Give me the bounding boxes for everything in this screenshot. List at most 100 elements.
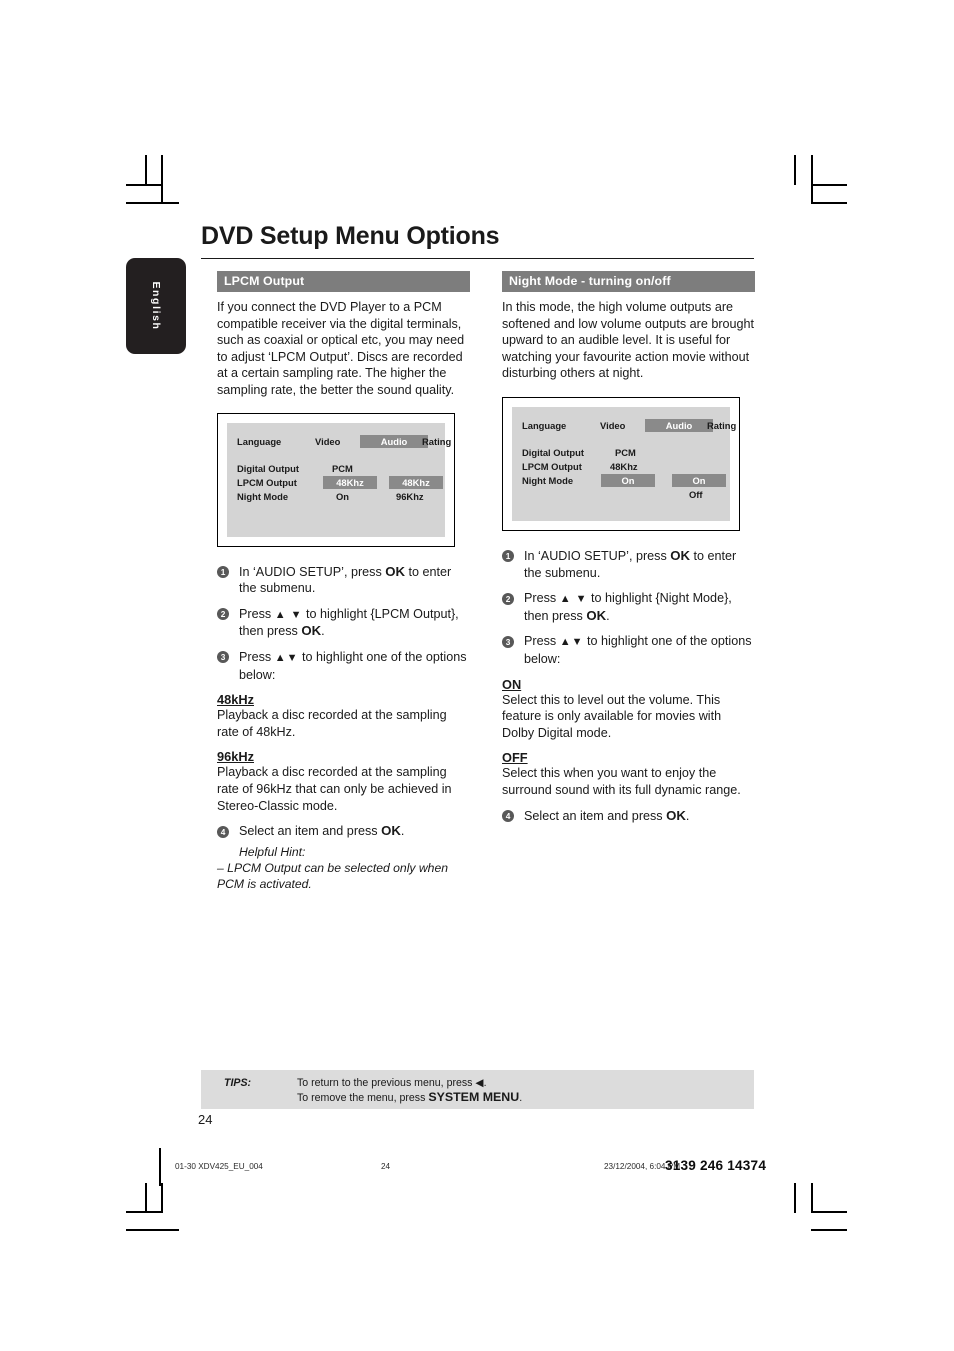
tv-row-value: On	[601, 474, 655, 488]
option-96khz: 96kHz Playback a disc recorded at the sa…	[217, 749, 470, 814]
crop-mark-top-right-h1	[811, 184, 847, 186]
crop-mark-bottom-right-v1	[794, 1183, 796, 1213]
list-item: 3 Press ▲▼ to highlight one of the optio…	[502, 633, 755, 667]
step-number: 1	[502, 550, 514, 563]
tv-tab-audio[interactable]: Audio	[645, 418, 713, 432]
tv-row-value: 48Khz	[610, 460, 638, 472]
tv-tab-video[interactable]: Video	[315, 435, 340, 448]
option-title: 48kHz	[217, 692, 254, 708]
tv-screen-night-mode: Language Video Audio Rating Digital Outp…	[502, 396, 740, 531]
tv-row-value: PCM	[332, 462, 353, 474]
up-down-arrows-icon: ▲ ▼	[559, 593, 588, 606]
step-text-post: .	[606, 608, 610, 623]
step-text-pre: Press	[524, 634, 560, 649]
crop-mark-bottom-left-v2	[161, 1183, 163, 1213]
right-column: Night Mode - turning on/off In this mode…	[502, 271, 755, 833]
tv-row-value: PCM	[615, 446, 636, 458]
hint-title: Helpful Hint:	[239, 844, 306, 859]
night-mode-steps: 1 In ‘AUDIO SETUP’, press OK to enter th…	[502, 548, 755, 668]
option-off: OFF Select this when you want to enjoy t…	[502, 750, 755, 798]
tv-row-value: On	[336, 490, 350, 502]
step-number: 1	[217, 566, 229, 579]
step-text-post: .	[400, 824, 405, 839]
crop-mark-top-left-v1	[145, 155, 147, 185]
production-page-number: 24	[381, 1162, 391, 1171]
step-key-ok: OK	[586, 607, 607, 623]
step-text-pre: Press	[239, 606, 275, 621]
step-text-pre: Select an item and press	[524, 808, 667, 823]
left-arrow-icon: ◀	[475, 1077, 484, 1089]
tv-tab-rating[interactable]: Rating	[422, 435, 451, 448]
tips-line-2: To remove the menu, press SYSTEM MENU.	[297, 1090, 522, 1105]
page-number: 24	[198, 1112, 213, 1127]
option-48khz: 48kHz Playback a disc recorded at the sa…	[217, 692, 470, 740]
tv-row-submenu-value: 96Khz	[396, 490, 424, 502]
tv-row-lpcm-output[interactable]: LPCM Output 48Khz 48Khz	[237, 476, 443, 490]
tips-bar: TIPS: To return to the previous menu, pr…	[201, 1070, 754, 1109]
step-text-pre: Press	[239, 649, 275, 664]
lpcm-intro-text: If you connect the DVD Player to a PCM c…	[217, 300, 465, 397]
step-number: 3	[217, 651, 229, 664]
lpcm-final-step: 4 Select an item and press OK.	[217, 823, 470, 840]
section-header-night-mode: Night Mode - turning on/off	[502, 271, 755, 292]
list-item: 3 Press ▲▼ to highlight one of the optio…	[217, 649, 470, 683]
step-text-pre: In ‘AUDIO SETUP’, press	[524, 548, 671, 563]
tv-tab-audio[interactable]: Audio	[360, 434, 428, 448]
step-number: 2	[217, 608, 229, 621]
option-title: OFF	[502, 750, 528, 766]
section-header-lpcm: LPCM Output	[217, 271, 470, 292]
option-on: ON Select this to level out the volume. …	[502, 677, 755, 742]
crop-mark-top-left-h2	[126, 202, 179, 204]
option-title: 96kHz	[217, 749, 254, 765]
up-down-arrows-icon: ▲▼	[274, 651, 299, 664]
up-down-arrows-icon: ▲▼	[559, 636, 584, 649]
step-key-ok: OK	[301, 623, 322, 639]
tv-rows-lpcm: Digital Output PCM LPCM Output 48Khz 48K…	[237, 462, 443, 504]
tv-tab-video[interactable]: Video	[600, 419, 625, 432]
list-item: 2 Press ▲ ▼ to highlight {LPCM Output}, …	[217, 606, 470, 640]
tv-row-submenu-value-on: On	[672, 474, 726, 488]
language-tab-label: English	[150, 281, 162, 331]
option-body: Select this to level out the volume. Thi…	[502, 692, 722, 740]
tv-row-label: Digital Output	[237, 462, 299, 474]
tips-line-1: To return to the previous menu, press ◀.	[297, 1076, 487, 1090]
tv-row-night-mode[interactable]: Night Mode On 96Khz	[237, 490, 435, 504]
crop-mark-bottom-right-h2	[811, 1229, 847, 1231]
tips-line-2-text: To remove the menu, press	[297, 1092, 429, 1104]
option-body: Playback a disc recorded at the sampling…	[217, 765, 452, 813]
crop-mark-top-right-v2	[811, 155, 813, 202]
tv-tab-language[interactable]: Language	[237, 435, 281, 448]
step-text-post: .	[321, 624, 325, 639]
tv-row-digital-output[interactable]: Digital Output PCM	[522, 446, 720, 460]
helpful-hint: Helpful Hint: – LPCM Output can be selec…	[217, 844, 470, 892]
list-item: 2 Press ▲ ▼ to highlight {Night Mode}, t…	[502, 590, 755, 624]
tv-tabs-lpcm: Language Video Audio Rating	[237, 434, 451, 448]
tv-tabs-night-mode: Language Video Audio Rating	[522, 418, 736, 432]
crop-mark-bottom-left-h2	[126, 1229, 179, 1231]
tv-rows-night-mode: Digital Output PCM LPCM Output 48Khz Nig…	[522, 446, 726, 502]
up-down-arrows-icon: ▲ ▼	[274, 608, 303, 621]
tv-row-submenu-value: 48Khz	[389, 476, 443, 490]
tv-screen-lpcm: Language Video Audio Rating Digital Outp…	[217, 412, 455, 547]
tv-row-night-mode-off[interactable]: Off	[522, 488, 720, 502]
tv-tab-rating[interactable]: Rating	[707, 419, 736, 432]
production-footer: 01-30 XDV425_EU_004 24 23/12/2004, 6:04 …	[0, 1158, 954, 1179]
tv-row-night-mode[interactable]: Night Mode On On	[522, 474, 726, 488]
tv-row-digital-output[interactable]: Digital Output PCM	[237, 462, 435, 476]
crop-mark-top-left-v2	[161, 155, 163, 202]
night-mode-final-step: 4 Select an item and press OK.	[502, 808, 755, 825]
step-key-ok: OK	[666, 807, 686, 823]
tips-system-menu-key: SYSTEM MENU	[428, 1090, 520, 1104]
title-divider	[201, 258, 754, 259]
tv-row-lpcm-output[interactable]: LPCM Output 48Khz	[522, 460, 720, 474]
tv-row-submenu-value-off: Off	[689, 488, 703, 500]
crop-mark-top-left-h1	[126, 184, 162, 186]
option-body: Select this when you want to enjoy the s…	[502, 766, 741, 797]
tv-row-value: 48Khz	[323, 476, 377, 490]
step-key-ok: OK	[381, 823, 401, 839]
tips-line-1-text: To return to the previous menu, press	[297, 1077, 476, 1089]
page-title: DVD Setup Menu Options	[201, 222, 500, 250]
tv-tab-language[interactable]: Language	[522, 419, 566, 432]
list-item: 4 Select an item and press OK.	[502, 808, 755, 825]
step-number: 3	[502, 635, 514, 648]
